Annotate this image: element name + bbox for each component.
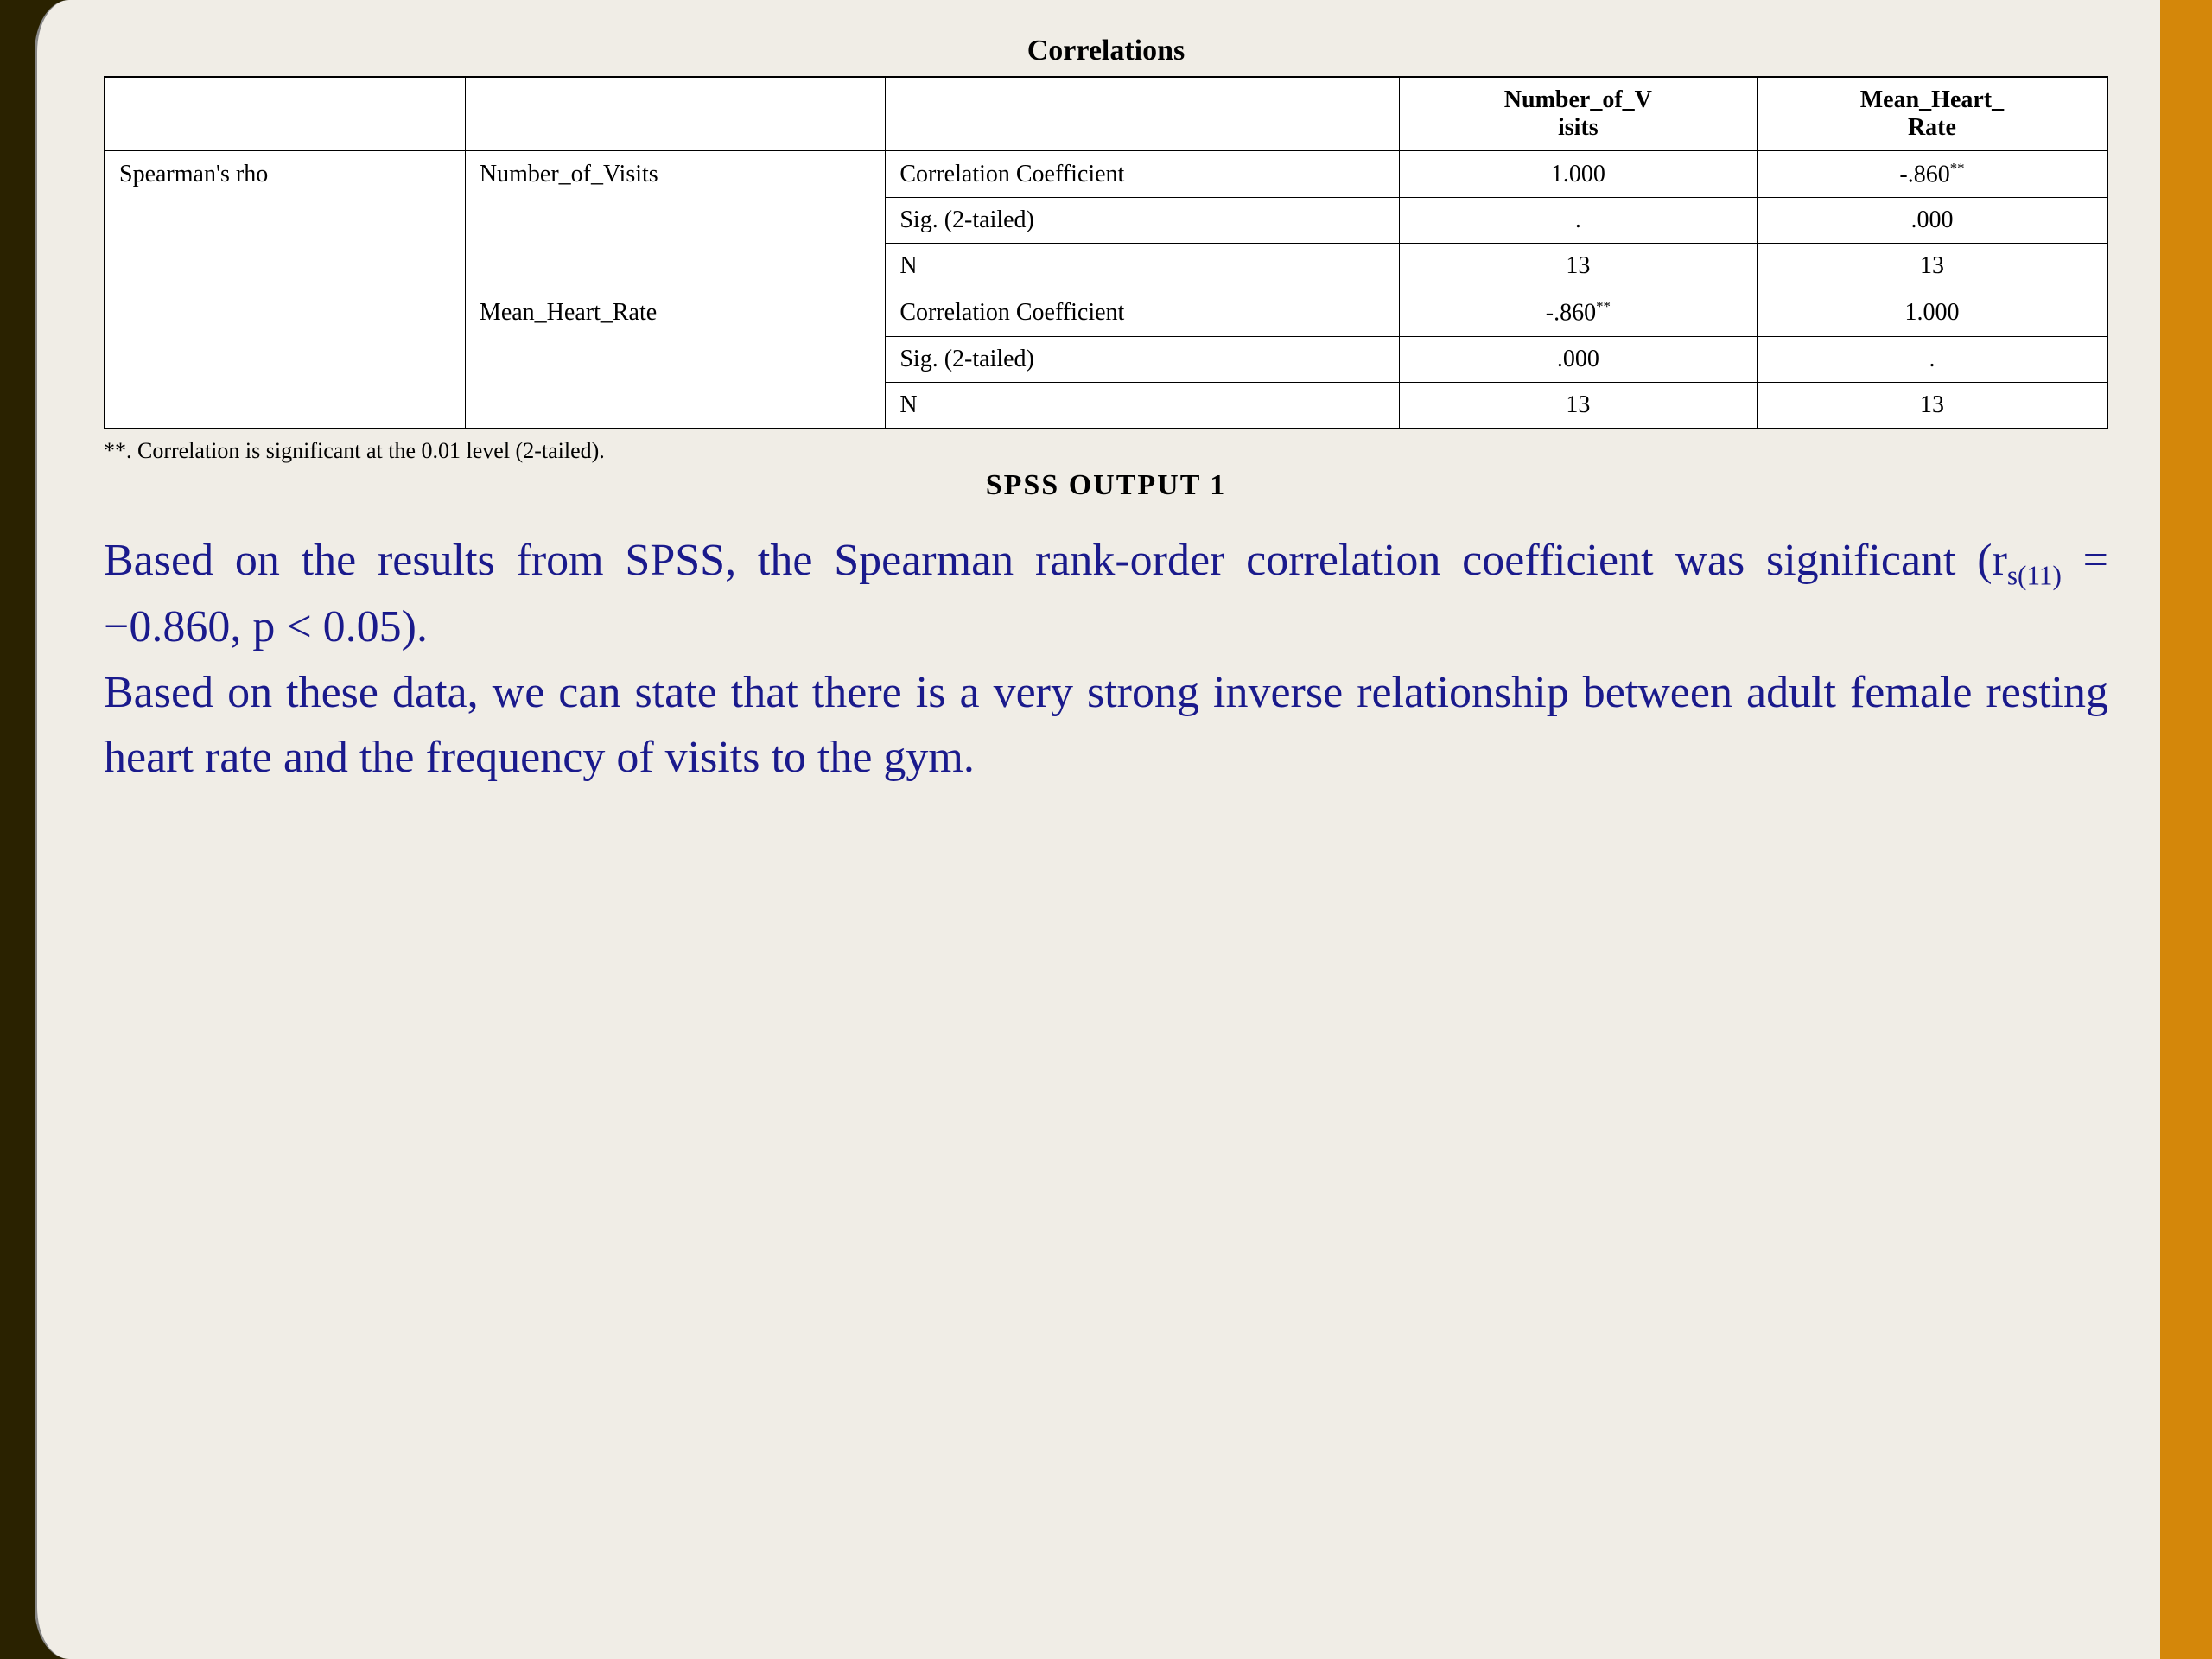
footnote: **. Correlation is significant at the 0.… xyxy=(104,438,2108,464)
cell-n-1: N xyxy=(886,244,1399,289)
cell-empty-5-1 xyxy=(105,336,465,382)
cell-empty-5-2 xyxy=(465,336,885,382)
cell-val-3-4: 13 xyxy=(1399,244,1757,289)
col-header-empty2 xyxy=(465,77,885,151)
col-header-mean-heart-rate: Mean_Heart_Rate xyxy=(1757,77,2107,151)
table-row: Sig. (2-tailed) . .000 xyxy=(105,198,2107,244)
cell-val-4-4: -.860** xyxy=(1399,289,1757,336)
cell-corr-coef-2: Correlation Coefficient xyxy=(886,289,1399,336)
table-row: N 13 13 xyxy=(105,382,2107,429)
cell-val-6-5: 13 xyxy=(1757,382,2107,429)
left-sidebar xyxy=(0,0,69,1659)
cell-empty-2-1 xyxy=(105,198,465,244)
correlations-table: Number_of_Visits Mean_Heart_Rate Spearma… xyxy=(104,76,2108,429)
paragraph-2: Based on these data, we can state that t… xyxy=(104,660,2108,791)
table-header-row: Number_of_Visits Mean_Heart_Rate xyxy=(105,77,2107,151)
table-row: Spearman's rho Number_of_Visits Correlat… xyxy=(105,151,2107,198)
table-title: Correlations xyxy=(104,35,2108,67)
col-header-empty1 xyxy=(105,77,465,151)
cell-val-2-4: . xyxy=(1399,198,1757,244)
col-header-empty3 xyxy=(886,77,1399,151)
cell-val-5-4: .000 xyxy=(1399,336,1757,382)
body-text: Based on the results from SPSS, the Spea… xyxy=(104,528,2108,791)
right-sidebar xyxy=(2160,0,2212,1659)
spss-output-label: SPSS OUTPUT 1 xyxy=(104,469,2108,502)
cell-empty-3-2 xyxy=(465,244,885,289)
cell-empty-6-1 xyxy=(105,382,465,429)
cell-empty-3-1 xyxy=(105,244,465,289)
table-row: Sig. (2-tailed) .000 . xyxy=(105,336,2107,382)
cell-sig-2tailed-2: Sig. (2-tailed) xyxy=(886,336,1399,382)
table-row: Mean_Heart_Rate Correlation Coefficient … xyxy=(105,289,2107,336)
cell-val-1-4: 1.000 xyxy=(1399,151,1757,198)
cell-val-5-5: . xyxy=(1757,336,2107,382)
cell-n-2: N xyxy=(886,382,1399,429)
cell-val-3-5: 13 xyxy=(1757,244,2107,289)
cell-spearman: Spearman's rho xyxy=(105,151,465,198)
cell-corr-coef-1: Correlation Coefficient xyxy=(886,151,1399,198)
table-row: N 13 13 xyxy=(105,244,2107,289)
correlations-section: Correlations Number_of_Visits Mean_Heart… xyxy=(104,35,2108,502)
cell-number-of-visits-label: Number_of_Visits xyxy=(465,151,885,198)
col-header-number-of-visits: Number_of_Visits xyxy=(1399,77,1757,151)
main-content: Correlations Number_of_Visits Mean_Heart… xyxy=(69,0,2160,1659)
cell-empty-6-2 xyxy=(465,382,885,429)
cell-val-2-5: .000 xyxy=(1757,198,2107,244)
cell-sig-2tailed-1: Sig. (2-tailed) xyxy=(886,198,1399,244)
cell-mean-heart-rate-label: Mean_Heart_Rate xyxy=(465,289,885,336)
cell-val-1-5: -.860** xyxy=(1757,151,2107,198)
cell-empty-2-2 xyxy=(465,198,885,244)
cell-val-6-4: 13 xyxy=(1399,382,1757,429)
cell-empty-4-1 xyxy=(105,289,465,336)
left-sidebar-wave xyxy=(35,0,69,1659)
subscript-s11: s(11) xyxy=(2007,560,2062,590)
cell-val-4-5: 1.000 xyxy=(1757,289,2107,336)
paragraph-1: Based on the results from SPSS, the Spea… xyxy=(104,528,2108,660)
